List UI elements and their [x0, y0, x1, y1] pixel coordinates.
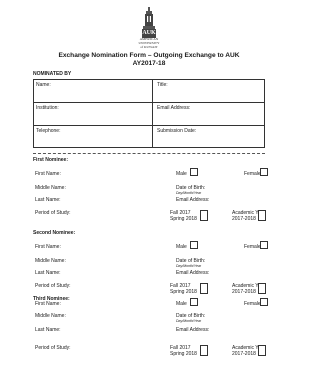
period-of-study-label: Period of Study:	[35, 283, 71, 289]
table-divider	[33, 102, 265, 103]
male-label: Male	[176, 244, 187, 250]
last-name-label: Last Name:	[35, 327, 61, 333]
academic-year-value: 2017-2018	[232, 216, 256, 222]
form-title: Exchange Nomination Form – Outgoing Exch…	[58, 52, 240, 59]
academic-year-value: 2017-2018	[232, 351, 256, 357]
last-name-label: Last Name:	[35, 270, 61, 276]
spring-label: Spring 2018	[170, 351, 197, 357]
first-name-label: First Name:	[35, 244, 61, 250]
academic-year-checkbox[interactable]	[258, 210, 266, 221]
male-checkbox[interactable]	[190, 168, 198, 176]
nominee-heading: Second Nominee:	[33, 230, 76, 236]
spring-label: Spring 2018	[170, 289, 197, 295]
logo-name-line3: of KUWAIT	[140, 45, 158, 49]
middle-name-label: Middle Name:	[35, 185, 66, 191]
female-label: Female	[244, 301, 261, 307]
academic-year-value: 2017-2018	[232, 289, 256, 295]
nominated-by-table	[33, 79, 265, 148]
table-divider	[33, 125, 265, 126]
female-label: Female	[244, 171, 261, 177]
section-separator	[33, 153, 265, 154]
email-label: Email Address:	[176, 197, 210, 203]
submission-date-label[interactable]: Submission Date:	[157, 128, 196, 134]
male-label: Male	[176, 301, 187, 307]
fall-spring-checkbox[interactable]	[200, 345, 208, 356]
spring-label: Spring 2018	[170, 216, 197, 222]
first-name-label: First Name:	[35, 301, 61, 307]
male-label: Male	[176, 171, 187, 177]
nominator-institution-label[interactable]: Institution:	[36, 105, 59, 111]
period-of-study-label: Period of Study:	[35, 210, 71, 216]
middle-name-label: Middle Name:	[35, 258, 66, 264]
email-label: Email Address:	[176, 327, 210, 333]
last-name-label: Last Name:	[35, 197, 61, 203]
logo-abbrev: AUK	[142, 30, 156, 36]
email-label: Email Address:	[176, 270, 210, 276]
male-checkbox[interactable]	[190, 241, 198, 249]
fall-spring-checkbox[interactable]	[200, 283, 208, 294]
female-label: Female	[244, 244, 261, 250]
nominator-telephone-label[interactable]: Telephone:	[36, 128, 60, 134]
nominator-title-label[interactable]: Title:	[157, 82, 168, 88]
academic-year-checkbox[interactable]	[258, 283, 266, 294]
fall-spring-checkbox[interactable]	[200, 210, 208, 221]
first-name-label: First Name:	[35, 171, 61, 177]
female-checkbox[interactable]	[260, 298, 268, 306]
dob-format-hint: Day/Month/Year	[176, 319, 202, 323]
nominee-heading: First Nominee:	[33, 157, 69, 163]
nominator-name-label[interactable]: Name:	[36, 82, 51, 88]
form-academic-year: AY2017-18	[132, 60, 166, 67]
dob-format-hint: Day/Month/Year	[176, 264, 202, 268]
male-checkbox[interactable]	[190, 298, 198, 306]
middle-name-label: Middle Name:	[35, 313, 66, 319]
nominated-by-heading: NOMINATED BY	[33, 71, 72, 77]
table-divider	[152, 79, 153, 148]
dob-format-hint: Day/Month/Year	[176, 191, 202, 195]
period-of-study-label: Period of Study:	[35, 345, 71, 351]
female-checkbox[interactable]	[260, 241, 268, 249]
academic-year-checkbox[interactable]	[258, 345, 266, 356]
female-checkbox[interactable]	[260, 168, 268, 176]
nominator-email-label[interactable]: Email Address:	[157, 105, 190, 111]
